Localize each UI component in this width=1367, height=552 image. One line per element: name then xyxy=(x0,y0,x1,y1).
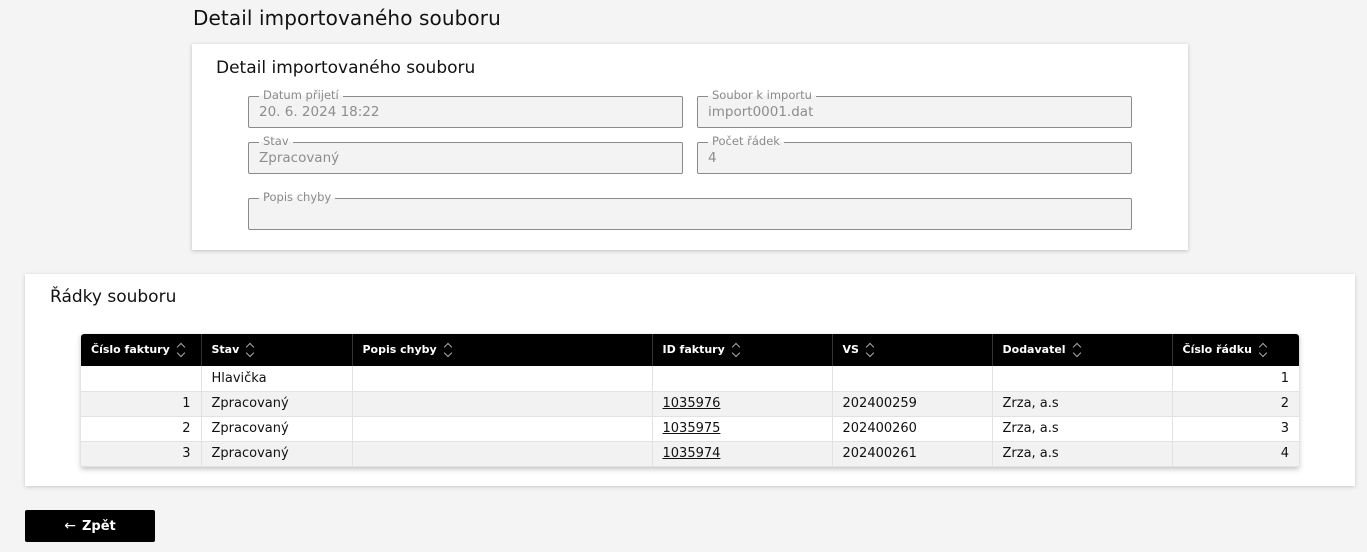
back-button-label: Zpět xyxy=(81,518,116,534)
cell-invoice-id: 1035975 xyxy=(652,416,833,442)
column-header-label: Popis chyby xyxy=(362,343,437,356)
invoice-id-link[interactable]: 1035975 xyxy=(663,421,721,436)
sort-icon[interactable] xyxy=(1258,340,1268,360)
cell-supplier xyxy=(992,366,1173,392)
column-header-label: Dodavatel xyxy=(1002,343,1066,356)
cell-invoice-number: 1 xyxy=(81,391,202,417)
cell-error-description xyxy=(352,441,653,467)
table-row[interactable]: Hlavička 1 xyxy=(81,366,1299,392)
import-file-field[interactable]: Soubor k importu import0001.dat xyxy=(697,88,1132,128)
cell-status: Zpracovaný xyxy=(201,416,353,442)
cell-invoice-id: 1035976 xyxy=(652,391,833,417)
row-count-field[interactable]: Počet řádek 4 xyxy=(697,134,1132,174)
status-field[interactable]: Stav Zpracovaný xyxy=(248,134,683,174)
sort-icon[interactable] xyxy=(865,340,875,360)
invoice-id-link[interactable]: 1035976 xyxy=(663,396,721,411)
cell-invoice-number: 3 xyxy=(81,441,202,467)
cell-vs: 202400261 xyxy=(832,441,993,467)
detail-card-title: Detail importovaného souboru xyxy=(216,58,476,78)
cell-row-number: 4 xyxy=(1172,441,1299,467)
column-header-invoice-id[interactable]: ID faktury xyxy=(652,334,833,366)
column-header-status[interactable]: Stav xyxy=(201,334,353,366)
cell-error-description xyxy=(352,391,653,417)
cell-invoice-number xyxy=(81,366,202,392)
column-header-label: Stav xyxy=(211,343,240,356)
sort-icon[interactable] xyxy=(731,340,741,360)
import-file-value: import0001.dat xyxy=(708,104,814,120)
cell-row-number: 2 xyxy=(1172,391,1299,417)
status-value: Zpracovaný xyxy=(259,150,340,166)
column-header-label: VS xyxy=(842,343,859,356)
cell-supplier: Zrza, a.s xyxy=(992,416,1173,442)
sort-icon[interactable] xyxy=(443,340,453,360)
column-header-label: ID faktury xyxy=(662,343,725,356)
cell-invoice-id xyxy=(652,366,833,392)
column-header-label: Číslo faktury xyxy=(91,343,170,356)
file-rows-table: Číslo faktury Stav Popis chyby ID faktur… xyxy=(81,334,1299,467)
received-date-field[interactable]: Datum přijetí 20. 6. 2024 18:22 xyxy=(248,88,683,128)
cell-status: Zpracovaný xyxy=(201,441,353,467)
received-date-label: Datum přijetí xyxy=(259,88,343,102)
cell-error-description xyxy=(352,416,653,442)
sort-icon[interactable] xyxy=(176,340,186,360)
cell-invoice-number: 2 xyxy=(81,416,202,442)
status-label: Stav xyxy=(259,134,293,148)
cell-status: Zpracovaný xyxy=(201,391,353,417)
cell-supplier: Zrza, a.s xyxy=(992,391,1173,417)
received-date-value: 20. 6. 2024 18:22 xyxy=(259,104,380,120)
error-description-field[interactable]: Popis chyby xyxy=(248,190,1132,230)
invoice-id-link[interactable]: 1035974 xyxy=(663,446,721,461)
table-row[interactable]: 1 Zpracovaný 1035976 202400259 Zrza, a.s… xyxy=(81,391,1299,417)
cell-status: Hlavička xyxy=(201,366,353,392)
cell-supplier: Zrza, a.s xyxy=(992,441,1173,467)
error-description-label: Popis chyby xyxy=(259,190,336,204)
table-header-row: Číslo faktury Stav Popis chyby ID faktur… xyxy=(81,334,1299,366)
table-row[interactable]: 2 Zpracovaný 1035975 202400260 Zrza, a.s… xyxy=(81,416,1299,442)
sort-icon[interactable] xyxy=(1072,340,1082,360)
back-button[interactable]: ← Zpět xyxy=(25,510,155,542)
column-header-error-description[interactable]: Popis chyby xyxy=(352,334,653,366)
column-header-label: Číslo řádku xyxy=(1182,343,1252,356)
column-header-vs[interactable]: VS xyxy=(832,334,993,366)
row-count-label: Počet řádek xyxy=(708,134,784,148)
table-row[interactable]: 3 Zpracovaný 1035974 202400261 Zrza, a.s… xyxy=(81,441,1299,467)
column-header-row-number[interactable]: Číslo řádku xyxy=(1172,334,1299,366)
column-header-supplier[interactable]: Dodavatel xyxy=(992,334,1173,366)
row-count-value: 4 xyxy=(708,150,717,166)
import-file-label: Soubor k importu xyxy=(708,88,816,102)
file-detail-card: Detail importovaného souboru Datum přije… xyxy=(192,44,1188,250)
cell-row-number: 3 xyxy=(1172,416,1299,442)
file-rows-card: Řádky souboru Číslo faktury Stav Popis c… xyxy=(25,274,1355,486)
cell-error-description xyxy=(352,366,653,392)
cell-row-number: 1 xyxy=(1172,366,1299,392)
arrow-left-icon: ← xyxy=(64,518,76,534)
cell-vs: 202400260 xyxy=(832,416,993,442)
page-title: Detail importovaného souboru xyxy=(193,6,501,30)
column-header-invoice-number[interactable]: Číslo faktury xyxy=(81,334,202,366)
rows-section-title: Řádky souboru xyxy=(50,287,177,307)
cell-vs: 202400259 xyxy=(832,391,993,417)
cell-invoice-id: 1035974 xyxy=(652,441,833,467)
cell-vs xyxy=(832,366,993,392)
sort-icon[interactable] xyxy=(245,340,255,360)
